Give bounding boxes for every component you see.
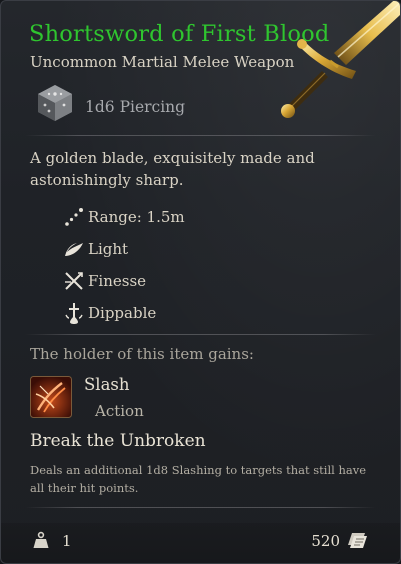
property-finesse: Finesse	[63, 265, 185, 297]
action-type: Action	[95, 402, 144, 420]
divider	[25, 135, 376, 136]
property-label: Range: 1.5m	[88, 208, 185, 226]
property-range: Range: 1.5m	[63, 201, 185, 233]
finesse-icon	[65, 272, 83, 290]
gains-header: The holder of this item gains:	[30, 345, 254, 363]
dippable-icon	[65, 303, 83, 324]
property-label: Finesse	[88, 272, 147, 290]
property-list: Range: 1.5m Light Finesse Dippable	[63, 201, 185, 329]
damage-row: 1d6 Piercing	[35, 81, 185, 125]
divider	[25, 334, 376, 335]
item-category: Uncommon Martial Melee Weapon	[30, 53, 295, 71]
item-name: Shortsword of First Blood	[29, 21, 330, 47]
property-label: Light	[88, 240, 129, 258]
action-name: Slash	[84, 375, 130, 394]
d6-dice-icon	[38, 85, 72, 121]
divider	[25, 507, 376, 508]
weight-value: 1	[62, 532, 72, 550]
passive-description: Deals an additional 1d8 Slashing to targ…	[30, 463, 367, 495]
gold-value: 520	[311, 532, 340, 550]
property-light: Light	[63, 233, 185, 265]
item-description: A golden blade, exquisitely made and ast…	[30, 149, 315, 189]
passive-name: Break the Unbroken	[30, 431, 206, 451]
range-icon	[65, 208, 83, 226]
property-label: Dippable	[88, 304, 157, 322]
feather-icon	[65, 243, 83, 256]
slash-action-icon	[30, 376, 72, 418]
property-dippable: Dippable	[63, 297, 185, 329]
item-tooltip: Shortsword of First Blood Uncommon Marti…	[0, 0, 401, 564]
tooltip-footer: 1 520	[1, 523, 400, 563]
gold-coin-icon	[348, 533, 367, 548]
weight-icon	[33, 531, 49, 548]
damage-value: 1d6 Piercing	[85, 98, 186, 116]
